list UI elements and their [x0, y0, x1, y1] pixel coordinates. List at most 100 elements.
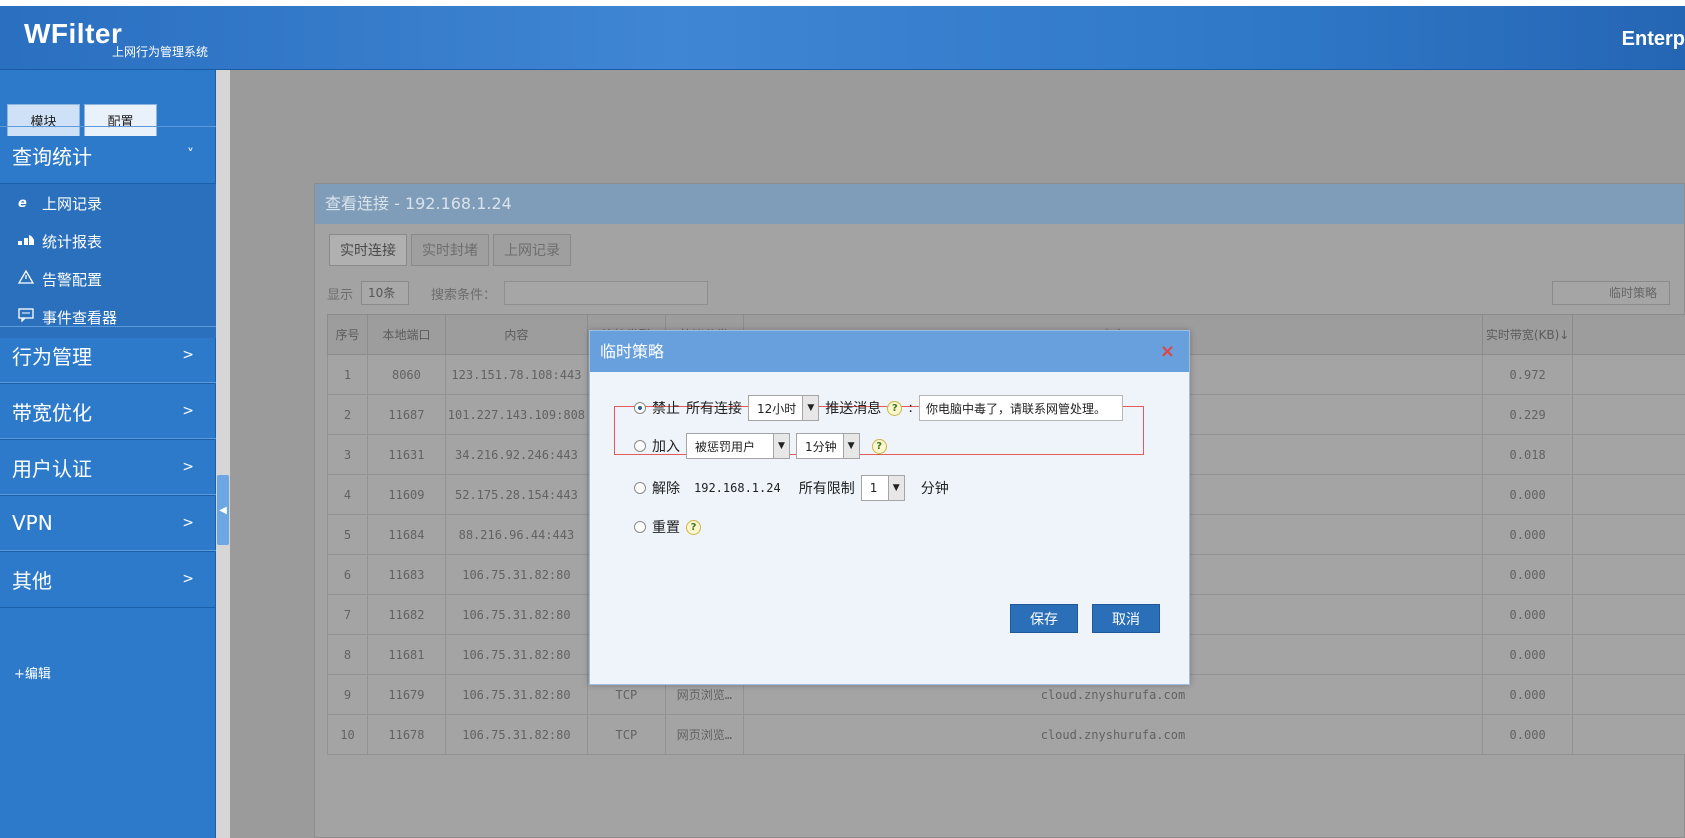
nav-group-behavior[interactable]: 行为管理 >	[0, 326, 216, 384]
header-index[interactable]: 序号	[327, 314, 368, 355]
table-cell: 123.151.78.108:443	[444, 354, 588, 395]
sidebar-item-label: 告警配置	[42, 270, 103, 289]
nav-group-auth[interactable]: 用户认证 >	[0, 438, 216, 496]
help-icon[interactable]: ?	[887, 400, 903, 416]
table-cell	[1572, 514, 1685, 555]
table-cell: 52.175.28.154:443	[444, 474, 588, 515]
table-cell: 0.018	[1482, 434, 1574, 475]
nav-group-label: 其他	[12, 568, 52, 593]
table-cell: 11684	[366, 514, 446, 555]
page-size-select[interactable]: 10条	[361, 281, 410, 305]
nav-group-query-stats[interactable]: 查询统计 ˅	[0, 126, 216, 184]
help-icon[interactable]: ?	[871, 438, 887, 454]
sidebar-item-web-records[interactable]: e 上网记录	[0, 184, 216, 222]
release-scope-label: 所有限制	[798, 481, 855, 497]
release-radio[interactable]	[634, 482, 646, 494]
table-cell: 0.000	[1482, 714, 1574, 755]
ban-label: 禁止	[652, 401, 680, 417]
release-value: 1	[869, 481, 878, 495]
table-cell	[1572, 554, 1685, 595]
table-cell: 0.000	[1482, 474, 1574, 515]
join-label: 加入	[652, 439, 680, 455]
join-duration-select[interactable]: 1分钟 ▼	[796, 433, 860, 459]
table-row[interactable]: 10 11678 106.75.31.82:80 TCP 网页浏览… cloud.znys…	[327, 714, 1685, 755]
dropdown-arrow-icon: ▼	[802, 396, 819, 420]
table-header-cell	[1572, 314, 1685, 355]
help-icon[interactable]: ?	[686, 519, 701, 535]
save-button[interactable]: 保存	[1010, 604, 1078, 633]
cancel-button[interactable]: 取消	[1092, 604, 1160, 633]
message-icon	[18, 308, 38, 326]
nav-group-label: 用户认证	[12, 456, 92, 481]
table-cell: 11678	[366, 714, 446, 755]
nav-group-label: VPN	[12, 511, 53, 535]
edition-label: Enterp	[1621, 28, 1685, 50]
nav-group-other[interactable]: 其他 >	[0, 550, 216, 608]
edit-link[interactable]: +编辑	[14, 663, 51, 682]
table-cell: 106.75.31.82:80	[444, 714, 588, 755]
dialog-title: 临时策略	[600, 342, 665, 361]
table-cell: 0.972	[1482, 354, 1574, 395]
table-cell: 5	[327, 514, 368, 555]
table-cell: 3	[327, 434, 368, 475]
table-cell	[1572, 434, 1685, 475]
ban-duration-select[interactable]: 12小时 ▼	[748, 395, 820, 421]
table-cell: 8060	[366, 354, 446, 395]
collapse-sidebar-handle[interactable]: ◀	[217, 475, 229, 545]
header-bandwidth[interactable]: 实时带宽(KB)↓	[1482, 314, 1574, 355]
sidebar-item-alerts[interactable]: 告警配置	[0, 260, 216, 298]
chevron-right-icon: >	[182, 515, 194, 531]
dropdown-arrow-icon: ▼	[773, 434, 789, 458]
nav-group-label: 带宽优化	[12, 400, 92, 425]
chevron-down-icon: ˅	[187, 147, 194, 163]
tab-realtime-block[interactable]: 实时封堵	[411, 234, 489, 266]
ie-icon: e	[18, 195, 27, 211]
table-cell: 11681	[366, 634, 446, 675]
dropdown-arrow-icon: ▼	[842, 434, 859, 458]
table-cell	[1572, 714, 1685, 755]
tab-web-records[interactable]: 上网记录	[493, 234, 571, 266]
header-local-port[interactable]: 本地端口	[366, 314, 446, 355]
release-label: 解除	[652, 481, 680, 497]
alert-icon	[17, 269, 38, 288]
reset-label: 重置	[652, 520, 680, 536]
connections-tabs: 实时连接 实时封堵 上网记录	[329, 234, 571, 266]
table-cell: 106.75.31.82:80	[444, 554, 588, 595]
table-cell: 11609	[366, 474, 446, 515]
nav-group-vpn[interactable]: VPN >	[0, 494, 216, 552]
connections-window-title: 查看连接 - 192.168.1.24	[315, 184, 1684, 224]
chevron-right-icon: >	[182, 459, 194, 475]
temp-policy-button[interactable]: 临时策略	[1552, 281, 1670, 305]
sidebar-item-reports[interactable]: 统计报表	[0, 222, 216, 260]
chevron-left-icon: ◀	[219, 504, 227, 516]
table-cell: 0.000	[1482, 634, 1574, 675]
table-cell: 0.000	[1482, 594, 1574, 635]
app-subtitle: 上网行为管理系统	[112, 45, 209, 59]
nav-group-label: 查询统计	[12, 144, 92, 169]
tab-realtime-connections[interactable]: 实时连接	[329, 234, 407, 266]
release-ip: 192.168.1.24	[694, 481, 781, 495]
dialog-title-bar: 临时策略 ×	[590, 331, 1189, 372]
reset-radio[interactable]	[634, 521, 646, 533]
nav-group-bandwidth[interactable]: 带宽优化 >	[0, 382, 216, 440]
table-cell: 34.216.92.246:443	[444, 434, 588, 475]
dropdown-arrow-icon: ▼	[887, 476, 904, 500]
header-remote[interactable]: 内容	[444, 314, 588, 355]
table-cell: 6	[327, 554, 368, 595]
release-value-select[interactable]: 1 ▼	[860, 475, 905, 501]
search-input[interactable]	[504, 281, 709, 305]
table-cell: 2	[327, 394, 368, 435]
push-message-input[interactable]: 你电脑中毒了，请联系网管处理。	[919, 395, 1123, 421]
join-radio[interactable]	[634, 440, 646, 452]
close-icon[interactable]: ×	[1160, 331, 1175, 372]
join-group-select[interactable]: 被惩罚用户 ▼	[686, 433, 790, 459]
table-cell: 8	[327, 634, 368, 675]
table-cell: TCP	[586, 714, 666, 755]
push-message-label: 推送消息	[825, 401, 882, 417]
table-cell: 101.227.143.109:808	[444, 394, 588, 435]
ban-radio[interactable]	[634, 402, 646, 414]
sidebar-item-label: 上网记录	[42, 194, 103, 213]
table-cell: 106.75.31.82:80	[444, 594, 588, 635]
table-cell	[1572, 674, 1685, 715]
chevron-right-icon: >	[182, 347, 194, 363]
